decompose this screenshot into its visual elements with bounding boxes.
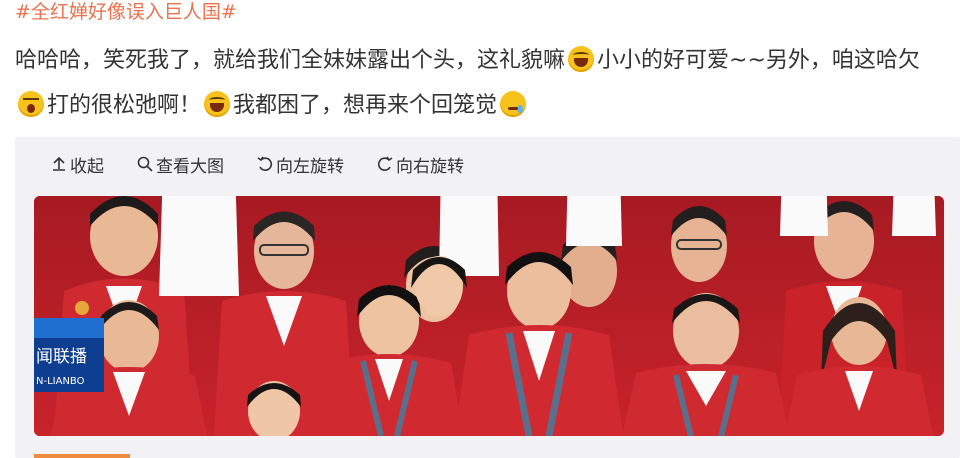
rotate-right-icon bbox=[377, 156, 393, 171]
post-text-part2: 小小的好可爱~~另外，咱这哈欠 bbox=[597, 48, 920, 73]
collapse-label: 收起 bbox=[70, 156, 104, 177]
news-logo-graphic: 闻联播 N-LIANBO bbox=[34, 318, 104, 392]
laugh-emoji-icon bbox=[568, 46, 595, 72]
image-toolbar: 收起 查看大图 向左旋转 向右旋转 bbox=[50, 150, 496, 178]
group-photo-illustration bbox=[34, 196, 944, 436]
rotate-right-label: 向右旋转 bbox=[396, 156, 464, 177]
sleepy-emoji-icon bbox=[500, 91, 527, 117]
post-text: 哈哈哈，笑死我了，就给我们全妹妹露出个头，这礼貌嘛 小小的好可爱~~另外，咱这哈欠… bbox=[15, 38, 950, 128]
bottom-accent-bar bbox=[34, 454, 130, 458]
rotate-right-button[interactable]: 向右旋转 bbox=[376, 152, 464, 177]
post-text-part1: 哈哈哈，笑死我了，就给我们全妹妹露出个头，这礼貌嘛 bbox=[15, 48, 566, 73]
laugh-emoji-icon bbox=[204, 91, 231, 117]
post-text-part4: 我都困了，想再来个回笼觉 bbox=[233, 93, 498, 118]
topic-hashtag-link[interactable]: #全红婵好像误入巨人国# bbox=[15, 0, 237, 24]
collapse-arrow-icon bbox=[53, 156, 65, 171]
rotate-left-icon bbox=[257, 156, 273, 171]
news-channel-logo: 闻联播 N-LIANBO bbox=[34, 318, 104, 392]
search-icon bbox=[137, 156, 153, 172]
yawn-emoji-icon bbox=[18, 91, 44, 117]
rotate-left-button[interactable]: 向左旋转 bbox=[256, 152, 344, 177]
post-photo[interactable] bbox=[34, 196, 944, 436]
view-large-button[interactable]: 查看大图 bbox=[136, 152, 224, 177]
logo-text: 闻联播 bbox=[36, 347, 87, 367]
collapse-button[interactable]: 收起 bbox=[50, 152, 104, 177]
view-large-label: 查看大图 bbox=[156, 156, 224, 177]
post-text-part3: 打的很松弛啊！ bbox=[47, 93, 202, 118]
logo-subtext: N-LIANBO bbox=[36, 376, 85, 387]
rotate-left-label: 向左旋转 bbox=[276, 156, 344, 177]
